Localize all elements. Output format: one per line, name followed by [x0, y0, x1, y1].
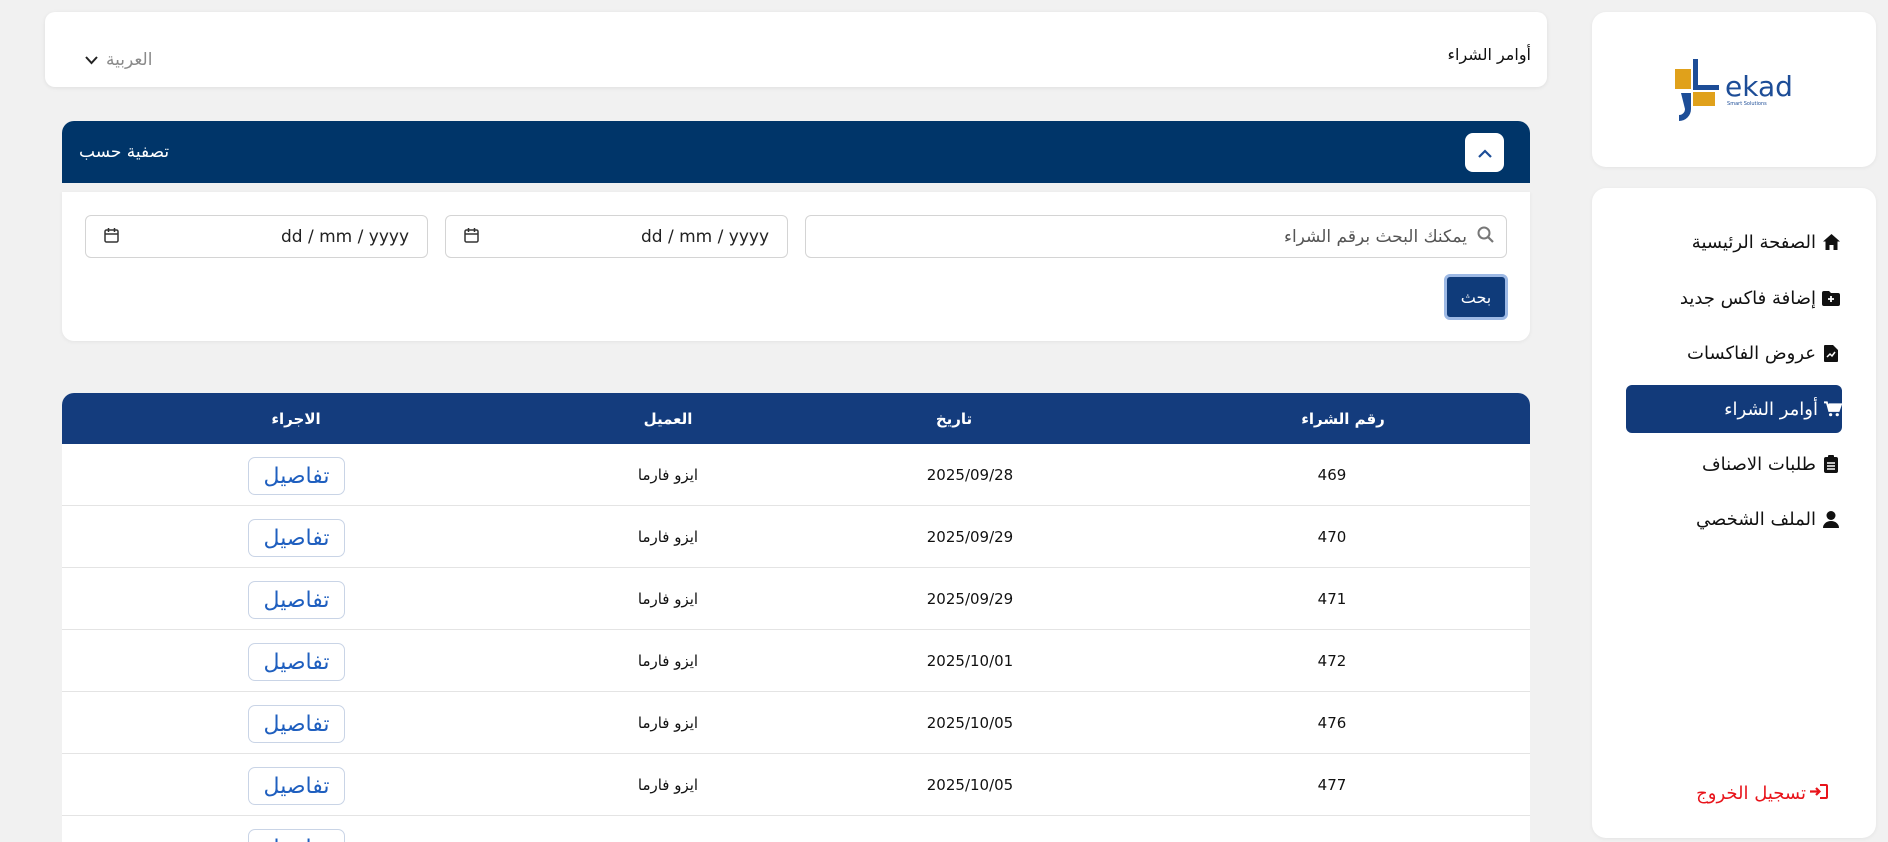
table-row: 472 2025/10/01 ايزو فارما تفاصيل — [62, 630, 1530, 692]
cell-date: 2025/09/29 — [926, 590, 1014, 608]
table-row: 476 2025/10/05 ايزو فارما تفاصيل — [62, 692, 1530, 754]
logout-button[interactable]: تسجيل الخروج — [1688, 778, 1828, 808]
logout-label: تسجيل الخروج — [1696, 782, 1806, 804]
search-button[interactable]: بحث — [1444, 274, 1508, 320]
cell-client: ايزو فارما — [637, 714, 699, 732]
sign-out-icon — [1810, 783, 1828, 804]
search-icon — [1477, 226, 1494, 247]
page-title: أوامر الشراء — [1447, 45, 1532, 64]
user-icon — [1822, 510, 1840, 528]
top-header: أوامر الشراء العربية — [45, 12, 1547, 87]
column-header-client: العميل — [643, 410, 693, 428]
cart-icon — [1824, 400, 1842, 418]
sidebar-item-purchase-orders[interactable]: أوامر الشراء — [1626, 385, 1842, 433]
cell-number: 472 — [1317, 652, 1347, 670]
cell-number: 476 — [1317, 714, 1347, 732]
sidebar-item-label: الصفحة الرئيسية — [1691, 231, 1816, 253]
sidebar-item-item-requests[interactable]: طلبات الاصناف — [1626, 440, 1842, 488]
sidebar-item-label: عروض الفاكسات — [1687, 342, 1816, 364]
cell-date: 2025/09/28 — [926, 466, 1014, 484]
search-field[interactable] — [805, 215, 1507, 258]
table-row: 470 2025/09/29 ايزو فارما تفاصيل — [62, 506, 1530, 568]
sidebar-item-label: إضافة فاكس جديد — [1679, 287, 1816, 309]
cell-date: 2025/10/05 — [926, 776, 1014, 794]
table-header: رقم الشراء تاريخ العميل الاجراء — [62, 393, 1530, 444]
date-from-value: dd / mm / yyyy — [640, 226, 769, 247]
details-button[interactable]: تفاصيل — [248, 767, 345, 805]
chevron-up-icon — [1477, 143, 1492, 162]
ekad-logo-mark — [1675, 58, 1720, 121]
file-chart-icon — [1822, 344, 1840, 362]
sidebar-item-home[interactable]: الصفحة الرئيسية — [1626, 218, 1842, 266]
table-row: 471 2025/09/29 ايزو فارما تفاصيل — [62, 568, 1530, 630]
details-button[interactable]: تفاصيل — [248, 457, 345, 495]
sidebar-item-fax-offers[interactable]: عروض الفاكسات — [1626, 329, 1842, 377]
search-input[interactable] — [867, 226, 1467, 247]
column-header-action: الاجراء — [271, 410, 321, 428]
sidebar-item-add-fax[interactable]: إضافة فاكس جديد — [1626, 274, 1842, 322]
cell-date: 2025/09/29 — [926, 528, 1014, 546]
details-button[interactable]: تفاصيل — [248, 829, 345, 842]
sidebar-item-profile[interactable]: الملف الشخصي — [1626, 495, 1842, 543]
date-to-value: dd / mm / yyyy — [280, 226, 409, 247]
details-button[interactable]: تفاصيل — [248, 705, 345, 743]
logo-wordmark: ekad — [1725, 69, 1793, 103]
calendar-icon — [104, 227, 119, 247]
date-from-field[interactable]: dd / mm / yyyy — [445, 215, 788, 258]
logo-tagline: Smart Solutions — [1727, 100, 1767, 107]
cell-client: ايزو فارما — [637, 652, 699, 670]
filter-title: تصفية حسب — [79, 142, 170, 162]
folder-plus-icon — [1822, 289, 1840, 307]
clipboard-list-icon — [1822, 455, 1840, 473]
date-to-field[interactable]: dd / mm / yyyy — [85, 215, 428, 258]
cell-client: ايزو فارما — [637, 466, 699, 484]
cell-client: ايزو فارما — [637, 776, 699, 794]
cell-client: ايزو فارما — [637, 590, 699, 608]
collapse-filter-button[interactable] — [1465, 133, 1504, 172]
details-button[interactable]: تفاصيل — [248, 519, 345, 557]
details-button[interactable]: تفاصيل — [248, 643, 345, 681]
sidebar-item-label: الملف الشخصي — [1696, 508, 1816, 530]
cell-number: 477 — [1317, 776, 1347, 794]
column-header-number: رقم الشراء — [1301, 410, 1385, 428]
cell-number: 469 — [1317, 466, 1347, 484]
details-button[interactable]: تفاصيل — [248, 581, 345, 619]
sidebar-item-label: أوامر الشراء — [1724, 398, 1818, 420]
table-row-partial: تفاصيل — [62, 816, 1530, 842]
table-row: 477 2025/10/05 ايزو فارما تفاصيل — [62, 754, 1530, 816]
ekad-logo: ekad Smart Solutions — [1675, 58, 1793, 121]
logo-card: ekad Smart Solutions — [1592, 12, 1876, 167]
cell-date: 2025/10/05 — [926, 714, 1014, 732]
cell-client: ايزو فارما — [637, 528, 699, 546]
column-header-date: تاريخ — [935, 410, 973, 428]
home-icon — [1822, 233, 1840, 251]
table-row: 469 2025/09/28 ايزو فارما تفاصيل — [62, 444, 1530, 506]
language-select[interactable]: العربية — [85, 50, 152, 70]
filter-panel: dd / mm / yyyy dd / mm / yyyy بحث — [62, 192, 1530, 341]
cell-number: 471 — [1317, 590, 1347, 608]
language-label: العربية — [106, 50, 153, 70]
filter-header: تصفية حسب — [62, 121, 1530, 183]
sidebar-nav: الصفحة الرئيسية إضافة فاكس جديد عروض الف… — [1592, 188, 1876, 838]
sidebar-item-label: طلبات الاصناف — [1702, 453, 1816, 475]
purchase-orders-table: رقم الشراء تاريخ العميل الاجراء 469 2025… — [62, 393, 1530, 842]
cell-date: 2025/10/01 — [926, 652, 1014, 670]
cell-number: 470 — [1317, 528, 1347, 546]
calendar-icon — [464, 227, 479, 247]
chevron-down-icon — [85, 50, 98, 70]
